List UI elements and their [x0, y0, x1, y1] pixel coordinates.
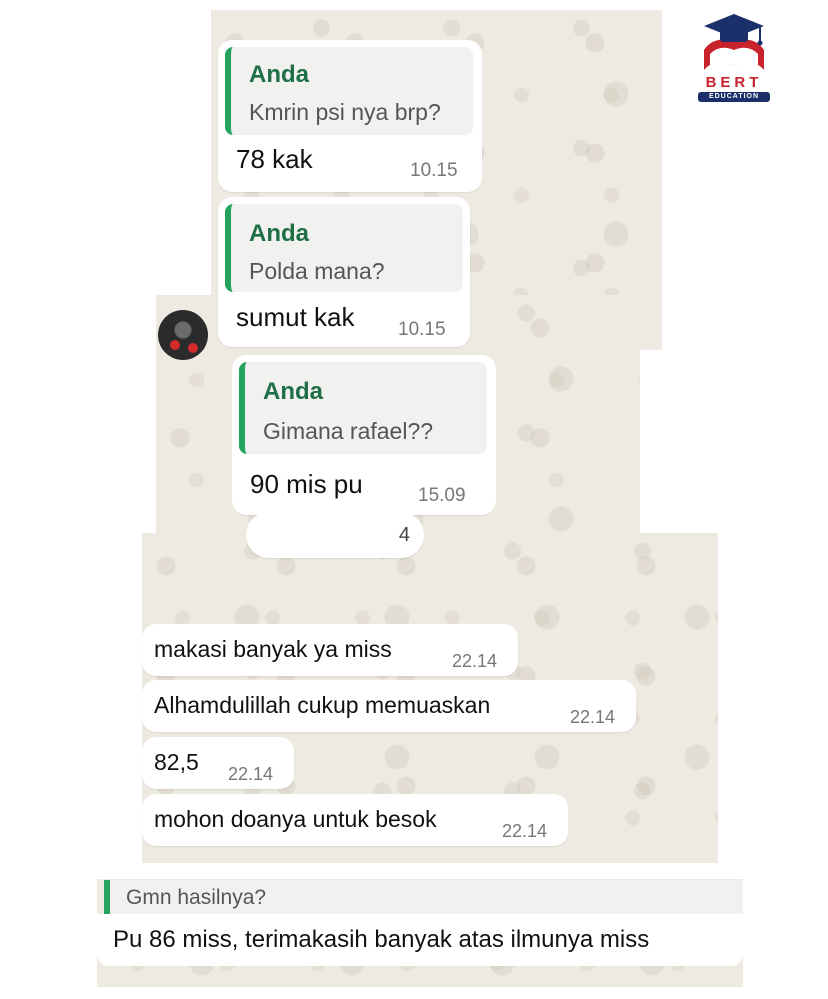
quoted-message[interactable]: Anda Polda mana? — [225, 204, 463, 292]
message-time: 10.15 — [398, 319, 446, 340]
mortarboard-book-icon — [704, 14, 764, 70]
message-time: 10.15 — [410, 160, 458, 181]
message-bubble[interactable]: Alhamdulillah cukup memuaskan 22.14 — [142, 680, 636, 732]
message-text: mohon doanya untuk besok — [154, 806, 437, 832]
message-text: 78 kak — [236, 144, 313, 174]
message-count-badge[interactable]: 4 — [246, 512, 424, 558]
quoted-message[interactable]: Anda Kmrin psi nya brp? — [225, 47, 473, 135]
message-time: 22.14 — [228, 764, 274, 784]
message-bubble[interactable]: Anda Polda mana? sumut kak 10.15 — [218, 197, 470, 347]
message-bubble[interactable]: mohon doanya untuk besok 22.14 — [142, 794, 568, 846]
avatar-detail — [170, 340, 180, 350]
quote-text: Kmrin psi nya brp? — [249, 99, 441, 125]
quote-text: Polda mana? — [249, 258, 385, 284]
logo-brand: BERT — [705, 74, 763, 91]
quote-author: Anda — [263, 378, 323, 405]
quote-text: Gimana rafael?? — [263, 418, 434, 444]
quoted-message[interactable]: Anda Gimana rafael?? — [239, 362, 487, 454]
quote-text: Gmn hasilnya? — [126, 886, 267, 909]
message-time: 22.14 — [502, 821, 548, 841]
bert-education-logo: BERT EDUCATION — [694, 10, 774, 105]
quote-author: Anda — [249, 220, 309, 247]
message-text: Pu 86 miss, terimakasih banyak atas ilmu… — [113, 926, 650, 953]
message-bubble[interactable]: makasi banyak ya miss 22.14 — [142, 624, 518, 676]
message-time: 15.09 — [418, 485, 466, 506]
message-count: 4 — [398, 524, 410, 546]
message-bubble[interactable]: Anda Gimana rafael?? 90 mis pu 15.09 — [232, 355, 496, 515]
message-text: sumut kak — [236, 302, 355, 332]
avatar-detail — [188, 343, 198, 353]
logo-subtitle: EDUCATION — [698, 92, 770, 102]
message-text: Alhamdulillah cukup memuaskan — [154, 692, 491, 718]
contact-avatar[interactable] — [158, 310, 208, 360]
message-bubble[interactable]: Anda Kmrin psi nya brp? 78 kak 10.15 — [218, 40, 482, 192]
message-time: 22.14 — [452, 651, 498, 671]
message-text: makasi banyak ya miss — [154, 636, 392, 662]
quote-author: Anda — [249, 61, 309, 88]
message-bubble[interactable]: 82,5 22.14 — [142, 737, 294, 789]
message-text: 90 mis pu — [250, 469, 363, 499]
message-text: 82,5 — [154, 749, 199, 775]
quoted-message[interactable]: Gmn hasilnya? — [104, 880, 743, 914]
message-bubble[interactable]: Pu 86 miss, terimakasih banyak atas ilmu… — [97, 914, 743, 966]
message-time: 22.14 — [570, 707, 616, 727]
